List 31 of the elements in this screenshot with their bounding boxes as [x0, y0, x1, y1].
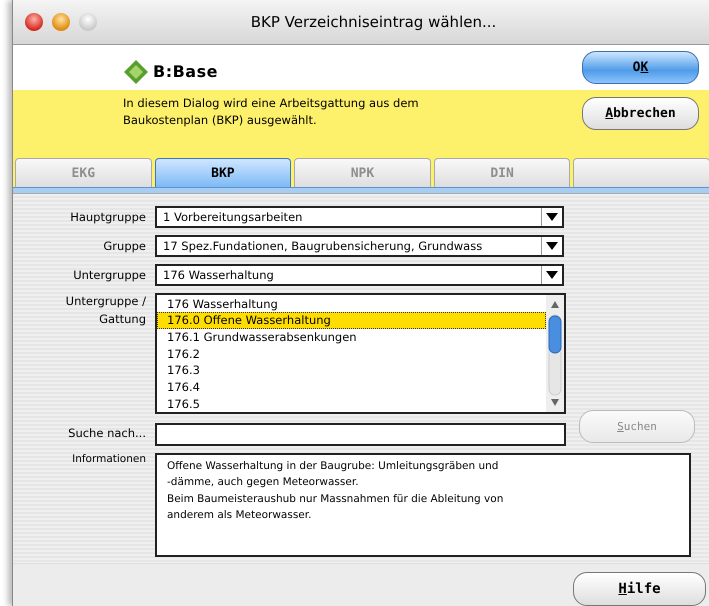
scrollbar[interactable] — [546, 294, 564, 412]
close-button[interactable] — [25, 12, 43, 31]
logo-text: B:Base — [153, 62, 218, 82]
window-title: BKP Verzeichniseintrag wählen... — [250, 12, 498, 31]
help-button[interactable]: Hilfe — [573, 572, 706, 606]
list-item[interactable]: 176.5 — [157, 396, 546, 413]
dropdown[interactable]: 1 Vorbereitungsarbeiten — [155, 206, 564, 228]
field-label: Hauptgruppe — [69, 210, 146, 224]
tab[interactable]: BKP — [154, 158, 292, 188]
minimize-button[interactable] — [52, 12, 70, 31]
cancel-button[interactable]: Abbrechen — [582, 96, 699, 130]
list-item[interactable]: 176.3 — [157, 362, 546, 380]
list-box[interactable]: 176 Wasserhaltung 176.0 Offene Wasserhaltung 176.1 Grundwasserabsenkungen 176.2 176.3 176.4 176.5 — [155, 292, 566, 414]
list-item[interactable]: 176.0 Offene Wasserhaltung — [157, 312, 546, 330]
list-item[interactable]: 176.4 — [157, 379, 546, 396]
field-label: Untergruppe — [72, 268, 146, 282]
ok-button[interactable]: OK — [582, 50, 699, 84]
list-item[interactable]: 176.2 — [157, 346, 546, 362]
dropdown[interactable]: 17 Spez.Fundationen, Baugrubensicherung, Grundwass — [155, 234, 564, 257]
logo-icon — [123, 58, 149, 85]
field-label: Informationen — [71, 452, 146, 465]
list-item[interactable]: 176 Wasserhaltung — [157, 296, 546, 312]
field-label: Gruppe — [102, 238, 146, 253]
field-label: Suche nach... — [67, 426, 146, 440]
list-item[interactable]: 176.1 Grundwasserabsenkungen — [157, 329, 546, 346]
search-field[interactable] — [155, 422, 566, 446]
field-label: Untergruppe / Gattung — [64, 292, 146, 328]
dropdown[interactable]: 176 Wasserhaltung — [155, 264, 564, 286]
tab[interactable] — [573, 158, 709, 188]
info-text: Offene Wasserhaltung in der Baugrube: Umleitungsgräben und -dämme, auch gegen Meteorwasser. Beim Baumeisteraushub nur Massnahmen für die Ableitung von anderem als Meteorwasser. — [155, 452, 691, 557]
dialog-description: In diesem Dialog wird eine Arbeitsgattung aus dem Baukostenplan (BKP) ausgewählt. — [123, 94, 420, 129]
